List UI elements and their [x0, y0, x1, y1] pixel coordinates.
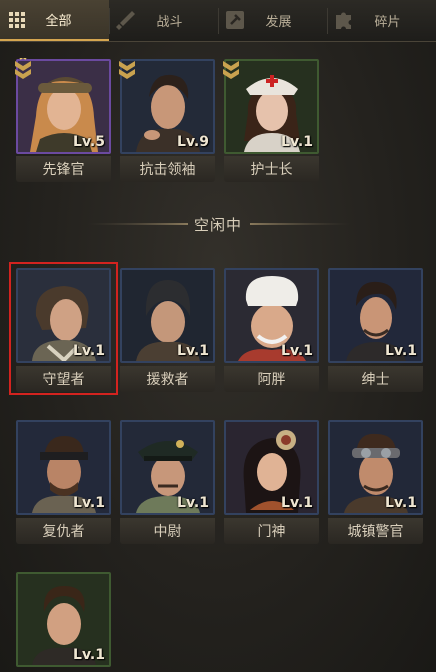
- hero-card-watcher[interactable]: Lv.1: [16, 268, 111, 363]
- tab-development-label: 发展: [265, 15, 292, 30]
- hero-level: Lv.1: [281, 495, 313, 511]
- hero-card-rescuer[interactable]: Lv.1: [120, 268, 215, 363]
- hero-card-gentleman[interactable]: Lv.1: [328, 268, 423, 363]
- tab-all-label: 全部: [45, 14, 72, 29]
- tab-combat[interactable]: 战斗: [109, 0, 218, 41]
- hero-level: Lv.1: [177, 495, 209, 511]
- hero-name: 阿胖: [224, 366, 319, 392]
- rank-chevron-icon: [223, 61, 239, 79]
- hero-card-avenger[interactable]: Lv.1: [16, 420, 111, 515]
- hero-filter-tabbar: 全部 战斗 发展 碎片: [0, 0, 436, 42]
- rank-chevron-icon: [15, 58, 31, 79]
- hero-name: 复仇者: [16, 518, 111, 544]
- hero-level: Lv.1: [73, 495, 105, 511]
- hero-card-unnamed[interactable]: Lv.1: [16, 572, 111, 667]
- puzzle-icon: [336, 12, 351, 29]
- hero-card-lieutenant[interactable]: Lv.1: [120, 420, 215, 515]
- hero-level: Lv.1: [281, 343, 313, 359]
- grid-icon: [9, 12, 25, 28]
- hero-name: 先锋官: [16, 156, 111, 182]
- divider-line-right: [250, 223, 350, 225]
- hero-name: 守望者: [16, 366, 111, 392]
- hero-name: 中尉: [120, 518, 215, 544]
- hero-level: Lv.1: [385, 343, 417, 359]
- sword-icon: [116, 11, 135, 30]
- hero-level: Lv.1: [177, 343, 209, 359]
- hero-name: 门神: [224, 518, 319, 544]
- tab-development[interactable]: 发展: [218, 0, 327, 41]
- hammer-icon: [226, 11, 244, 29]
- tab-all[interactable]: 全部: [0, 0, 109, 41]
- hero-name: 城镇警官: [328, 518, 423, 544]
- hero-name: 绅士: [328, 366, 423, 392]
- hero-level: Lv.9: [177, 134, 209, 150]
- hero-name: 抗击领袖: [120, 156, 215, 182]
- hero-level: Lv.1: [385, 495, 417, 511]
- tab-combat-label: 战斗: [156, 15, 183, 30]
- tab-fragments[interactable]: 碎片: [327, 0, 436, 41]
- hero-level: Lv.1: [281, 134, 313, 150]
- hero-level: Lv.1: [73, 343, 105, 359]
- hero-card-town-officer[interactable]: Lv.1: [328, 420, 423, 515]
- hero-card-chubby[interactable]: Lv.1: [224, 268, 319, 363]
- tab-fragments-label: 碎片: [374, 15, 401, 30]
- rank-chevron-icon: [119, 61, 135, 79]
- hero-level: Lv.1: [73, 647, 105, 663]
- idle-section-title: 空闲中: [193, 216, 242, 234]
- hero-name: 援救者: [120, 366, 215, 392]
- hero-level: Lv.5: [73, 134, 105, 150]
- hero-card-door-god[interactable]: Lv.1: [224, 420, 319, 515]
- hero-name: 护士长: [224, 156, 319, 182]
